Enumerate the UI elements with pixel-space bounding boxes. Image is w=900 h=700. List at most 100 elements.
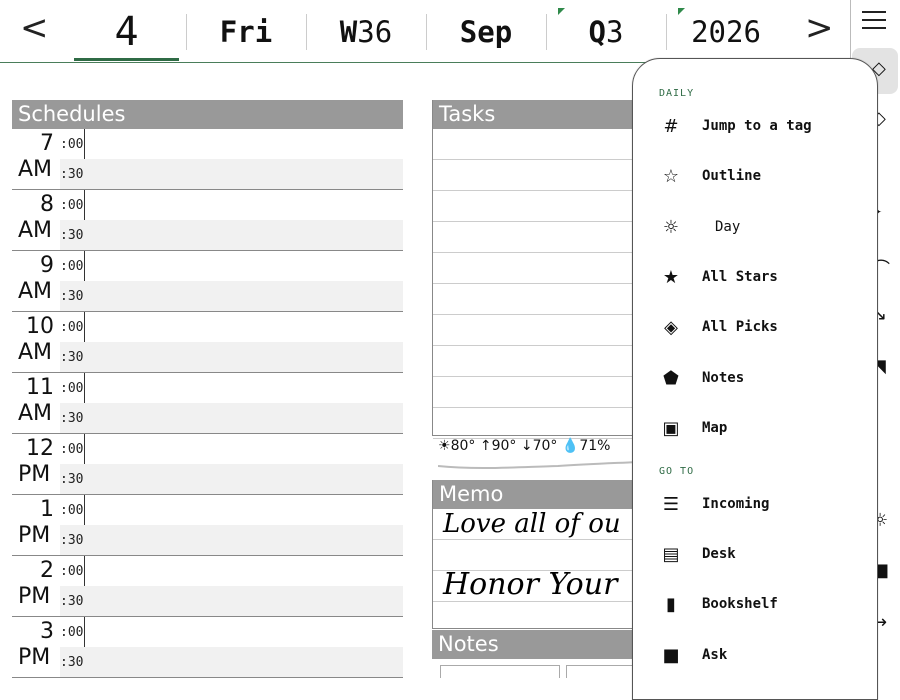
note-card[interactable] — [440, 665, 560, 678]
schedule-hour-row[interactable]: :00:30 9 AM — [12, 251, 403, 312]
memo-line[interactable]: Love all of ou — [433, 509, 653, 540]
quarter-label[interactable]: Q3 — [556, 10, 656, 54]
menu-item-day[interactable]: ☼ Day — [633, 207, 877, 247]
week-label[interactable]: W 36 — [316, 10, 416, 54]
divider — [426, 14, 427, 50]
task-line[interactable] — [433, 315, 653, 346]
half-hour-slot[interactable]: :30 — [60, 647, 403, 677]
memo-panel[interactable]: Memo Love all of ou Honor Your — [432, 480, 654, 633]
menu-item-bookshelf[interactable]: ▮ Bookshelf — [633, 584, 877, 624]
hash-icon: # — [663, 115, 679, 137]
chat-icon: ■ — [662, 644, 680, 666]
half-hour-slot[interactable]: :00 — [60, 312, 403, 343]
temperature-sparkline — [438, 461, 638, 470]
menu-icon[interactable] — [862, 11, 886, 33]
task-line[interactable] — [433, 377, 653, 408]
minute-label: :30 — [60, 472, 84, 487]
menu-item-all-stars[interactable]: ★ All Stars — [633, 257, 877, 297]
half-hour-slot[interactable]: :30 — [60, 159, 403, 189]
memo-line[interactable]: Honor Your — [433, 567, 653, 602]
menu-item-ask[interactable]: ■ Ask — [633, 635, 877, 675]
daily-section-header: DAILY — [659, 88, 695, 99]
task-line[interactable] — [433, 160, 653, 191]
next-day-button[interactable]: > — [805, 8, 834, 48]
task-line[interactable] — [433, 253, 653, 284]
star-filled-icon: ★ — [662, 266, 680, 288]
quarter-number: 3 — [606, 15, 624, 49]
schedule-hour-row[interactable]: :00:30 8 AM — [12, 190, 403, 251]
half-hour-slot[interactable]: :30 — [60, 342, 403, 372]
document-icon: ▤ — [662, 543, 680, 565]
hour-meridiem: AM — [18, 401, 53, 426]
day-number[interactable]: 4 — [74, 9, 179, 55]
month-label[interactable]: Sep — [436, 10, 536, 54]
hour-meridiem: AM — [18, 279, 53, 304]
arrow-up-icon: ↑ — [479, 438, 492, 454]
weekday-label[interactable]: Fri — [196, 10, 296, 54]
task-line[interactable] — [433, 222, 653, 253]
menu-item-map[interactable]: ▣ Map — [633, 408, 877, 448]
weather-current: 80° — [450, 438, 476, 454]
navigation-dropdown-menu: DAILY GO TO # Jump to a tag ☆ Outline ☼ Day ★ A… — [632, 58, 878, 700]
minute-label: :30 — [60, 289, 84, 304]
half-hour-slot[interactable]: :30 — [60, 525, 403, 555]
half-hour-slot[interactable]: :00 — [60, 495, 403, 526]
half-hour-slot[interactable]: :30 — [60, 464, 403, 494]
minute-label: :30 — [60, 350, 84, 365]
half-hour-slot[interactable]: :00 — [60, 373, 403, 404]
half-hour-slot[interactable]: :30 — [60, 403, 403, 433]
weather-low: 70° — [532, 438, 558, 454]
task-line[interactable] — [433, 346, 653, 377]
menu-item-label: Ask — [702, 647, 728, 663]
task-line[interactable] — [433, 191, 653, 222]
schedule-hour-row[interactable]: :00:30 7 AM — [12, 129, 403, 190]
menu-item-label: Desk — [702, 546, 736, 562]
year-label[interactable]: 2026 — [676, 10, 776, 54]
menu-item-jump-to-a-tag[interactable]: # Jump to a tag — [633, 106, 877, 146]
hour-number: 3 — [40, 619, 54, 644]
half-hour-slot[interactable]: :00 — [60, 251, 403, 282]
hour-number: 10 — [26, 314, 54, 339]
hour-number: 7 — [40, 131, 54, 156]
menu-item-all-picks[interactable]: ◈ All Picks — [633, 307, 877, 347]
menu-item-notes[interactable]: ⬟ Notes — [633, 358, 877, 398]
schedule-hour-row[interactable]: :00:30 10 AM — [12, 312, 403, 373]
schedule-grid[interactable]: :00:30 7 AM:00:30 8 AM:00:30 9 AM:00:30 10 AM:00… — [12, 129, 403, 678]
notes-title: Notes — [432, 630, 652, 659]
minute-label: :00 — [60, 564, 84, 579]
schedules-title: Schedules — [12, 100, 403, 129]
half-hour-slot[interactable]: :00 — [60, 556, 403, 587]
previous-day-button[interactable]: < — [20, 8, 49, 48]
menu-item-incoming[interactable]: ☰ Incoming — [633, 484, 877, 524]
half-hour-slot[interactable]: :00 — [60, 617, 403, 648]
half-hour-slot[interactable]: :30 — [60, 281, 403, 311]
schedule-hour-row[interactable]: :00:30 1 PM — [12, 495, 403, 556]
schedule-hour-row[interactable]: :00:30 11 AM — [12, 373, 403, 434]
half-hour-slot[interactable]: :00 — [60, 190, 403, 221]
task-line[interactable] — [433, 284, 653, 315]
schedule-hour-row[interactable]: :00:30 3 PM — [12, 617, 403, 678]
tasks-panel[interactable]: Tasks — [432, 100, 654, 439]
menu-item-desk[interactable]: ▤ Desk — [633, 534, 877, 574]
half-hour-slot[interactable]: :00 — [60, 434, 403, 465]
memo-line[interactable] — [433, 602, 653, 633]
task-line[interactable] — [433, 408, 653, 439]
memo-title: Memo — [433, 480, 653, 509]
hour-number: 8 — [40, 192, 54, 217]
quarter-prefix: Q — [588, 15, 606, 49]
half-hour-slot[interactable]: :30 — [60, 220, 403, 250]
minute-label: :30 — [60, 411, 84, 426]
task-line[interactable] — [433, 129, 653, 160]
menu-item-outline[interactable]: ☆ Outline — [633, 156, 877, 196]
hour-number: 1 — [40, 497, 54, 522]
half-hour-slot[interactable]: :30 — [60, 586, 403, 616]
notes-panel[interactable]: Notes — [432, 630, 814, 678]
divider — [666, 14, 667, 50]
sun-icon: ☼ — [662, 216, 680, 238]
schedule-hour-row[interactable]: :00:30 12 PM — [12, 434, 403, 495]
diamond-icon: ◈ — [664, 316, 678, 338]
minute-label: :30 — [60, 533, 84, 548]
minute-label: :30 — [60, 167, 84, 182]
schedule-hour-row[interactable]: :00:30 2 PM — [12, 556, 403, 617]
half-hour-slot[interactable]: :00 — [60, 129, 403, 160]
